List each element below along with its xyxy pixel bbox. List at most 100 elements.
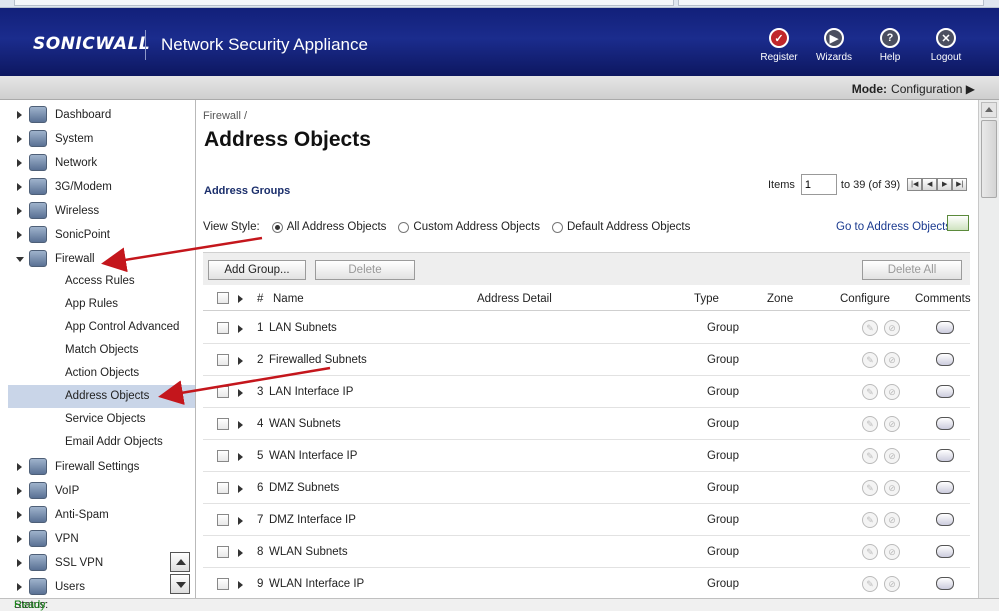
delete-icon[interactable]: ⊘ (884, 448, 900, 464)
sidebar-subitem-email-addr-objects[interactable]: Email Addr Objects (8, 431, 195, 454)
last-page-button[interactable]: ▶| (952, 178, 968, 191)
mode-selector[interactable]: Mode: Configuration ▶ (852, 82, 975, 96)
sidebar-item-firewall[interactable]: Firewall (0, 247, 195, 271)
row-checkbox[interactable] (217, 354, 229, 366)
prev-page-button[interactable]: ◀ (922, 178, 938, 191)
expand-row-icon[interactable] (238, 389, 243, 397)
delete-icon[interactable]: ⊘ (884, 480, 900, 496)
comment-icon[interactable] (936, 353, 954, 366)
sidebar-subitem-app-rules[interactable]: App Rules (8, 293, 195, 316)
expand-all-icon[interactable] (238, 295, 243, 303)
add-group-button[interactable]: Add Group... (208, 260, 306, 280)
sidebar-subitem-service-objects[interactable]: Service Objects (8, 408, 195, 431)
sidebar-item-ssl-vpn[interactable]: SSL VPN (0, 551, 195, 575)
delete-icon[interactable]: ⊘ (884, 320, 900, 336)
edit-icon[interactable]: ✎ (862, 576, 878, 592)
go-to-arrow-icon[interactable] (947, 215, 969, 231)
breadcrumb[interactable]: Firewall / (203, 110, 247, 122)
comment-icon[interactable] (936, 481, 954, 494)
scroll-up-button[interactable] (981, 102, 997, 118)
delete-icon[interactable]: ⊘ (884, 544, 900, 560)
sidebar-item-3g-modem[interactable]: 3G/Modem (0, 175, 195, 199)
help-button[interactable]: ? Help (865, 28, 915, 63)
table-row[interactable]: 8 WLAN Subnets Group ✎ ⊘ (203, 536, 970, 568)
col-zone[interactable]: Zone (767, 293, 793, 305)
sidebar-subitem-action-objects[interactable]: Action Objects (8, 362, 195, 385)
delete-icon[interactable]: ⊘ (884, 416, 900, 432)
sidebar-item-dashboard[interactable]: Dashboard (0, 103, 195, 127)
radio-all-label[interactable]: All Address Objects (287, 221, 387, 233)
select-all-checkbox[interactable] (217, 292, 229, 304)
row-checkbox[interactable] (217, 322, 229, 334)
edit-icon[interactable]: ✎ (862, 448, 878, 464)
expand-row-icon[interactable] (238, 517, 243, 525)
table-row[interactable]: 5 WAN Interface IP Group ✎ ⊘ (203, 440, 970, 472)
row-checkbox[interactable] (217, 418, 229, 430)
scroll-thumb[interactable] (981, 120, 997, 198)
col-address-detail[interactable]: Address Detail (477, 293, 552, 305)
expand-row-icon[interactable] (238, 325, 243, 333)
expand-row-icon[interactable] (238, 485, 243, 493)
sidebar-subitem-access-rules[interactable]: Access Rules (8, 270, 195, 293)
sidebar-item-anti-spam[interactable]: Anti-Spam (0, 503, 195, 527)
radio-all-address-objects[interactable] (271, 221, 283, 233)
sidebar-item-voip[interactable]: VoIP (0, 479, 195, 503)
table-row[interactable]: 7 DMZ Interface IP Group ✎ ⊘ (203, 504, 970, 536)
first-page-button[interactable]: |◀ (907, 178, 923, 191)
delete-icon[interactable]: ⊘ (884, 352, 900, 368)
sidebar-item-system[interactable]: System (0, 127, 195, 151)
table-row[interactable]: 1 LAN Subnets Group ✎ ⊘ (203, 312, 970, 344)
edit-icon[interactable]: ✎ (862, 416, 878, 432)
register-button[interactable]: ✓ Register (754, 28, 804, 63)
comment-icon[interactable] (936, 385, 954, 398)
table-row[interactable]: 2 Firewalled Subnets Group ✎ ⊘ (203, 344, 970, 376)
sidebar-item-vpn[interactable]: VPN (0, 527, 195, 551)
comment-icon[interactable] (936, 449, 954, 462)
edit-icon[interactable]: ✎ (862, 512, 878, 528)
sidebar-item-sonicpoint[interactable]: SonicPoint (0, 223, 195, 247)
radio-custom-address-objects[interactable] (398, 221, 410, 233)
table-row[interactable]: 6 DMZ Subnets Group ✎ ⊘ (203, 472, 970, 504)
comment-icon[interactable] (936, 545, 954, 558)
delete-icon[interactable]: ⊘ (884, 384, 900, 400)
edit-icon[interactable]: ✎ (862, 544, 878, 560)
sidebar-item-firewall-settings[interactable]: Firewall Settings (0, 455, 195, 479)
row-checkbox[interactable] (217, 386, 229, 398)
expand-row-icon[interactable] (238, 549, 243, 557)
expand-row-icon[interactable] (238, 357, 243, 365)
sidebar-subitem-app-control-advanced[interactable]: App Control Advanced (8, 316, 195, 339)
col-name[interactable]: Name (273, 293, 304, 305)
edit-icon[interactable]: ✎ (862, 352, 878, 368)
delete-icon[interactable]: ⊘ (884, 576, 900, 592)
expand-row-icon[interactable] (238, 421, 243, 429)
logout-button[interactable]: ✕ Logout (921, 28, 971, 63)
delete-all-button[interactable]: Delete All (862, 260, 962, 280)
row-checkbox[interactable] (217, 450, 229, 462)
row-checkbox[interactable] (217, 546, 229, 558)
comment-icon[interactable] (936, 321, 954, 334)
edit-icon[interactable]: ✎ (862, 384, 878, 400)
comment-icon[interactable] (936, 513, 954, 526)
table-row[interactable]: 4 WAN Subnets Group ✎ ⊘ (203, 408, 970, 440)
sidebar-scroll-down-button[interactable] (170, 574, 190, 594)
wizards-button[interactable]: ▶ Wizards (809, 28, 859, 63)
expand-row-icon[interactable] (238, 453, 243, 461)
go-to-address-objects-link[interactable]: Go to Address Objects (836, 221, 951, 233)
sidebar-subitem-address-objects[interactable]: Address Objects (8, 385, 195, 408)
row-checkbox[interactable] (217, 482, 229, 494)
page-scrollbar[interactable] (978, 100, 999, 598)
delete-icon[interactable]: ⊘ (884, 512, 900, 528)
sidebar-scroll-up-button[interactable] (170, 552, 190, 572)
radio-custom-label[interactable]: Custom Address Objects (413, 221, 540, 233)
edit-icon[interactable]: ✎ (862, 320, 878, 336)
comment-icon[interactable] (936, 577, 954, 590)
comment-icon[interactable] (936, 417, 954, 430)
sidebar-item-wireless[interactable]: Wireless (0, 199, 195, 223)
edit-icon[interactable]: ✎ (862, 480, 878, 496)
radio-default-label[interactable]: Default Address Objects (567, 221, 690, 233)
sidebar-subitem-match-objects[interactable]: Match Objects (8, 339, 195, 362)
radio-default-address-objects[interactable] (551, 221, 563, 233)
next-page-button[interactable]: ▶ (937, 178, 953, 191)
row-checkbox[interactable] (217, 578, 229, 590)
delete-button[interactable]: Delete (315, 260, 415, 280)
